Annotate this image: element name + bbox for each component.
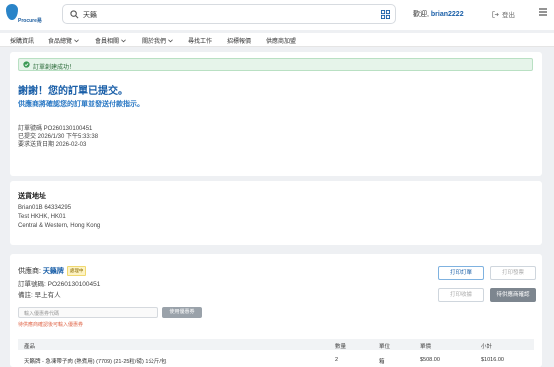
- print-receipt-button[interactable]: 打印收據: [438, 288, 484, 302]
- address-line-3: Central & Western, Hong Kong: [18, 223, 101, 229]
- shipping-title: 送貨地址: [18, 193, 46, 200]
- nav-item-about[interactable]: 關於我們: [142, 36, 173, 45]
- row-subtotal: $1016.00: [481, 356, 504, 363]
- search-value: 天籟: [83, 12, 97, 19]
- nav-item-label: 關於我們: [142, 39, 167, 45]
- row-qty: 2: [335, 356, 339, 363]
- row-unit: 箱: [379, 358, 385, 365]
- thanks-heading: 謝謝！您的訂單已提交。: [18, 86, 128, 97]
- username[interactable]: brian2222: [431, 11, 464, 18]
- menu-icon[interactable]: [538, 7, 548, 17]
- supplier-order-number: 訂單號碼: PO260130100451: [18, 281, 101, 288]
- row-price: $508.00: [420, 356, 440, 363]
- welcome-text: 歡迎, brian2222: [413, 9, 464, 19]
- table-row: 天籟牌 - 急凍帶子肉 (熟煮用) (7709) (21-25粒/磅) 1公斤/…: [18, 354, 534, 365]
- chevron-down-icon: [74, 39, 79, 43]
- col-qty: 數量: [335, 343, 347, 350]
- pending-supplier-confirm-button[interactable]: 待供應商確認: [490, 288, 536, 302]
- supplier-label: 供應商:: [18, 268, 41, 275]
- items-table-header: 產品 數量 單位 單價 小計: [18, 339, 534, 350]
- nav-item-member[interactable]: 會員相關: [95, 36, 126, 45]
- col-product: 產品: [24, 343, 36, 350]
- nav-item-supplier-join[interactable]: 供應商加盟: [266, 36, 296, 45]
- logout-icon: [492, 11, 499, 18]
- thanks-subtitle: 供應商將確認您的訂單並發送付款指示。: [18, 101, 144, 108]
- logout-label: 登出: [502, 12, 515, 19]
- coupon-input[interactable]: 輸入優惠券代碼: [18, 307, 158, 318]
- col-price: 單價: [420, 343, 432, 350]
- chevron-down-icon: [121, 39, 126, 43]
- nav-item-food-overview[interactable]: 食品總覽: [48, 36, 79, 45]
- col-unit: 單位: [379, 343, 391, 350]
- coupon-placeholder: 輸入優惠券代碼: [24, 311, 60, 317]
- apply-coupon-button[interactable]: 使用優惠券: [162, 307, 202, 318]
- nav-item-tenders[interactable]: 招標報價: [227, 36, 251, 45]
- success-alert: 訂單創建成功！: [18, 58, 533, 71]
- search-icon: [70, 10, 79, 19]
- nav-item-procurement-info[interactable]: 採購資訊: [10, 36, 34, 45]
- order-confirmation-card: 訂單創建成功！ 謝謝！您的訂單已提交。 供應商將確認您的訂單並發送付款指示。 訂…: [10, 52, 542, 176]
- check-circle-icon: [23, 61, 30, 68]
- address-line-1: Brian01B 64334295: [18, 205, 72, 211]
- supplier-order-card: 供應商: 天籟牌 處理中 訂單號碼: PO260130100451 備註: 早上有…: [10, 254, 542, 367]
- print-invoice-button[interactable]: 打印發票: [490, 266, 536, 280]
- shipping-address-card: 送貨地址 Brian01B 64334295 Test HKHK, HK01 C…: [10, 181, 542, 245]
- nav-item-label: 食品總覽: [48, 39, 73, 45]
- col-subtotal: 小計: [481, 343, 493, 350]
- print-order-button[interactable]: 打印訂單: [438, 266, 484, 280]
- order-remark: 備註: 早上有人: [18, 292, 61, 299]
- nav-item-jobs[interactable]: 尋找工作: [188, 36, 212, 45]
- logout-button[interactable]: 登出: [492, 9, 515, 19]
- supplier-line: 供應商: 天籟牌 處理中: [18, 266, 87, 276]
- supplier-name[interactable]: 天籟牌: [43, 268, 64, 275]
- top-bar: Procure易 天籟 歡迎, brian2222 登出: [0, 0, 554, 30]
- scan-icon[interactable]: [381, 10, 390, 19]
- welcome-prefix: 歡迎,: [413, 11, 429, 18]
- logo[interactable]: Procure易: [4, 3, 50, 27]
- row-product[interactable]: 天籟牌 - 急凍帶子肉 (熟煮用) (7709) (21-25粒/磅) 1公斤/…: [24, 357, 166, 365]
- delivery-date: 要求送貨日期 2026-02-03: [18, 142, 87, 148]
- alert-text: 訂單創建成功！: [33, 64, 76, 71]
- search-input[interactable]: 天籟: [62, 4, 396, 24]
- nav-item-label: 會員相關: [95, 39, 120, 45]
- main-nav: 採購資訊 食品總覽 會員相關 關於我們 尋找工作 招標報價 供應商加盟: [0, 33, 554, 47]
- logo-text: Procure易: [18, 18, 42, 24]
- logo-drop-icon: [6, 4, 18, 20]
- chevron-down-icon: [168, 39, 173, 43]
- address-line-2: Test HKHK, HK01: [18, 214, 66, 220]
- coupon-note: 待供應商確認後可輸入優惠券: [18, 322, 84, 328]
- status-badge: 處理中: [66, 266, 87, 276]
